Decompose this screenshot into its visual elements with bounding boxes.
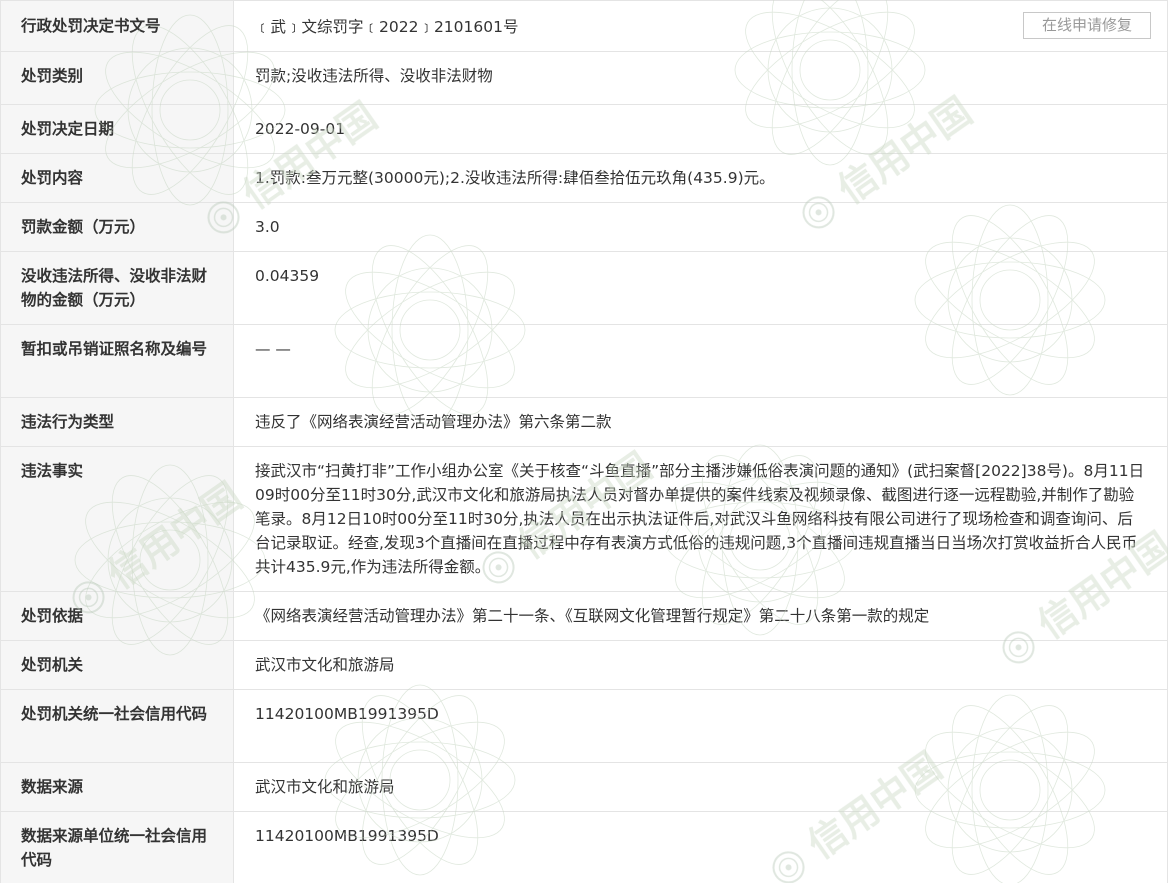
row-value: 接武汉市“扫黄打非”工作小组办公室《关于核查“斗鱼直播”部分主播涉嫌低俗表演问题… [255,462,1145,576]
row-label: 处罚类别 [21,67,84,85]
online-repair-button[interactable]: 在线申请修复 [1023,12,1151,39]
row-label: 违法行为类型 [21,413,115,431]
row-label: 处罚依据 [21,607,84,625]
table-row: 罚款金额（万元） 3.0 [0,202,1168,252]
row-label: 行政处罚决定书文号 [21,17,161,35]
row-value: ﹝武﹞文综罚字﹝2022﹞2101601号 [255,17,519,36]
row-value: 武汉市文化和旅游局 [255,778,395,796]
table-row: 处罚内容 1.罚款:叁万元整(30000元);2.没收违法所得:肆佰叁拾伍元玖角… [0,153,1168,203]
row-label: 暂扣或吊销证照名称及编号 [21,340,208,358]
table-row: 处罚机关 武汉市文化和旅游局 [0,640,1168,690]
row-value: 1.罚款:叁万元整(30000元);2.没收违法所得:肆佰叁拾伍元玖角(435.… [255,169,775,187]
penalty-info-table: 行政处罚决定书文号 ﹝武﹞文综罚字﹝2022﹞2101601号 在线申请修复 处罚… [0,0,1168,883]
row-value: 0.04359 [255,267,320,285]
page: 行政处罚决定书文号 ﹝武﹞文综罚字﹝2022﹞2101601号 在线申请修复 处罚… [0,0,1168,883]
table-row: 数据来源单位统一社会信用代码 11420100MB1991395D [0,811,1168,883]
row-label: 数据来源单位统一社会信用代码 [21,827,208,869]
table-row: 处罚机关统一社会信用代码 11420100MB1991395D [0,689,1168,763]
row-label: 处罚决定日期 [21,120,115,138]
table-row: 违法事实 接武汉市“扫黄打非”工作小组办公室《关于核查“斗鱼直播”部分主播涉嫌低… [0,446,1168,592]
table-row: 数据来源 武汉市文化和旅游局 [0,762,1168,812]
row-value: 《网络表演经营活动管理办法》第二十一条、《互联网文化管理暂行规定》第二十八条第一… [255,607,930,625]
row-value: 武汉市文化和旅游局 [255,656,395,674]
table-row: 违法行为类型 违反了《网络表演经营活动管理办法》第六条第二款 [0,397,1168,447]
row-label: 违法事实 [21,462,84,480]
row-label: 处罚机关 [21,656,84,674]
table-row: 处罚依据 《网络表演经营活动管理办法》第二十一条、《互联网文化管理暂行规定》第二… [0,591,1168,641]
table-row: 处罚决定日期 2022-09-01 [0,104,1168,154]
row-label: 数据来源 [21,778,84,796]
row-value: 违反了《网络表演经营活动管理办法》第六条第二款 [255,413,612,431]
row-value: 3.0 [255,218,280,236]
row-value: — — [255,340,291,358]
row-label: 处罚内容 [21,169,84,187]
row-value: 2022-09-01 [255,120,346,138]
row-label: 没收违法所得、没收非法财物的金额（万元） [21,267,208,309]
row-value: 罚款;没收违法所得、没收非法财物 [255,67,493,85]
table-row: 没收违法所得、没收非法财物的金额（万元） 0.04359 [0,251,1168,325]
row-value: 11420100MB1991395D [255,705,439,723]
table-row: 暂扣或吊销证照名称及编号 — — [0,324,1168,398]
row-label: 罚款金额（万元） [21,218,146,236]
row-label: 处罚机关统一社会信用代码 [21,705,208,723]
table-row: 处罚类别 罚款;没收违法所得、没收非法财物 [0,51,1168,105]
row-value: 11420100MB1991395D [255,827,439,845]
table-row: 行政处罚决定书文号 ﹝武﹞文综罚字﹝2022﹞2101601号 在线申请修复 [0,0,1168,52]
